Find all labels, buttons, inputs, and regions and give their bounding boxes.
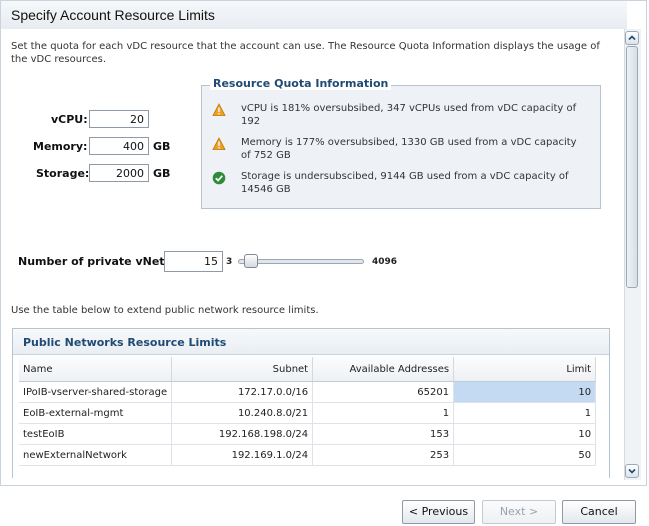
table-row[interactable]: IPoIB-vserver-shared-storage 172.17.0.0/…	[19, 381, 597, 403]
public-networks-panel: Public Networks Resource Limits Name Sub…	[12, 328, 610, 478]
limit-cell[interactable]: 10	[453, 423, 597, 445]
chevron-up-icon	[628, 35, 636, 41]
slider-min-label: 3	[226, 257, 233, 267]
available-addresses-cell: 65201	[312, 381, 455, 403]
quota-info-title: Resource Quota Information	[210, 77, 392, 90]
vcpu-label: vCPU:	[51, 113, 88, 126]
cancel-button[interactable]: Cancel	[562, 500, 636, 524]
public-networks-table: Name Subnet Available Addresses Limit IP…	[19, 357, 597, 466]
vcpu-input[interactable]	[89, 110, 149, 128]
dialog-header: Specify Account Resource Limits	[1, 1, 627, 29]
previous-button[interactable]: < Previous	[402, 500, 475, 524]
network-name-cell: EoIB-external-mgmt	[19, 402, 173, 424]
network-name-cell: testEoIB	[19, 423, 173, 445]
public-networks-header: Public Networks Resource Limits	[13, 329, 609, 355]
memory-input[interactable]	[89, 137, 149, 155]
column-header-limit[interactable]: Limit	[453, 357, 597, 382]
table-row[interactable]: newExternalNetwork 192.169.1.0/24 253 50	[19, 444, 597, 466]
scroll-up-button[interactable]	[625, 31, 639, 45]
table-row[interactable]: testEoIB 192.168.198.0/24 153 10	[19, 423, 597, 445]
storage-input[interactable]	[89, 164, 149, 182]
memory-unit: GB	[153, 140, 171, 153]
intro-text: Set the quota for each vDC resource that…	[11, 41, 600, 65]
subnet-cell: 10.240.8.0/21	[171, 402, 314, 424]
slider-max-label: 4096	[372, 257, 398, 267]
limit-cell[interactable]: 50	[453, 444, 597, 466]
table-intro-text: Use the table below to extend public net…	[11, 305, 319, 316]
quota-text-storage: Storage is undersubscibed, 9144 GB used …	[241, 171, 569, 195]
table-row[interactable]: EoIB-external-mgmt 10.240.8.0/21 1 1	[19, 402, 597, 424]
network-name-cell: newExternalNetwork	[19, 444, 173, 466]
scroll-down-button[interactable]	[625, 464, 639, 478]
storage-unit: GB	[153, 167, 171, 180]
memory-label: Memory:	[33, 140, 88, 153]
column-header-available-addresses[interactable]: Available Addresses	[312, 357, 455, 382]
subnet-cell: 192.168.198.0/24	[171, 423, 314, 445]
vnets-slider-thumb[interactable]	[244, 254, 258, 268]
available-addresses-cell: 153	[312, 423, 455, 445]
warning-icon	[212, 103, 226, 116]
subnet-cell: 172.17.0.0/16	[171, 381, 314, 403]
vnets-label: Number of private vNets:	[18, 255, 176, 268]
next-button[interactable]: Next >	[482, 500, 556, 524]
chevron-down-icon	[628, 468, 636, 474]
public-networks-title: Public Networks Resource Limits	[23, 336, 227, 349]
quota-text-vcpu: vCPU is 181% oversubsibed, 347 vCPUs use…	[241, 103, 577, 127]
scroll-thumb[interactable]	[626, 46, 638, 288]
table-header-row: Name Subnet Available Addresses Limit	[19, 357, 597, 382]
available-addresses-cell: 253	[312, 444, 455, 466]
column-header-subnet[interactable]: Subnet	[171, 357, 314, 382]
vnets-input[interactable]	[164, 251, 223, 272]
resource-quota-box: vCPU is 181% oversubsibed, 347 vCPUs use…	[201, 85, 601, 209]
column-header-name[interactable]: Name	[19, 357, 173, 382]
limit-cell[interactable]: 1	[453, 402, 597, 424]
warning-icon	[212, 137, 226, 150]
quota-text-memory: Memory is 177% oversubsibed, 1330 GB use…	[241, 137, 577, 161]
check-icon	[212, 171, 226, 185]
available-addresses-cell: 1	[312, 402, 455, 424]
storage-label: Storage:	[36, 167, 90, 180]
subnet-cell: 192.169.1.0/24	[171, 444, 314, 466]
dialog-title: Specify Account Resource Limits	[11, 7, 215, 23]
limit-cell[interactable]: 10	[453, 381, 597, 403]
network-name-cell: IPoIB-vserver-shared-storage	[19, 381, 173, 403]
